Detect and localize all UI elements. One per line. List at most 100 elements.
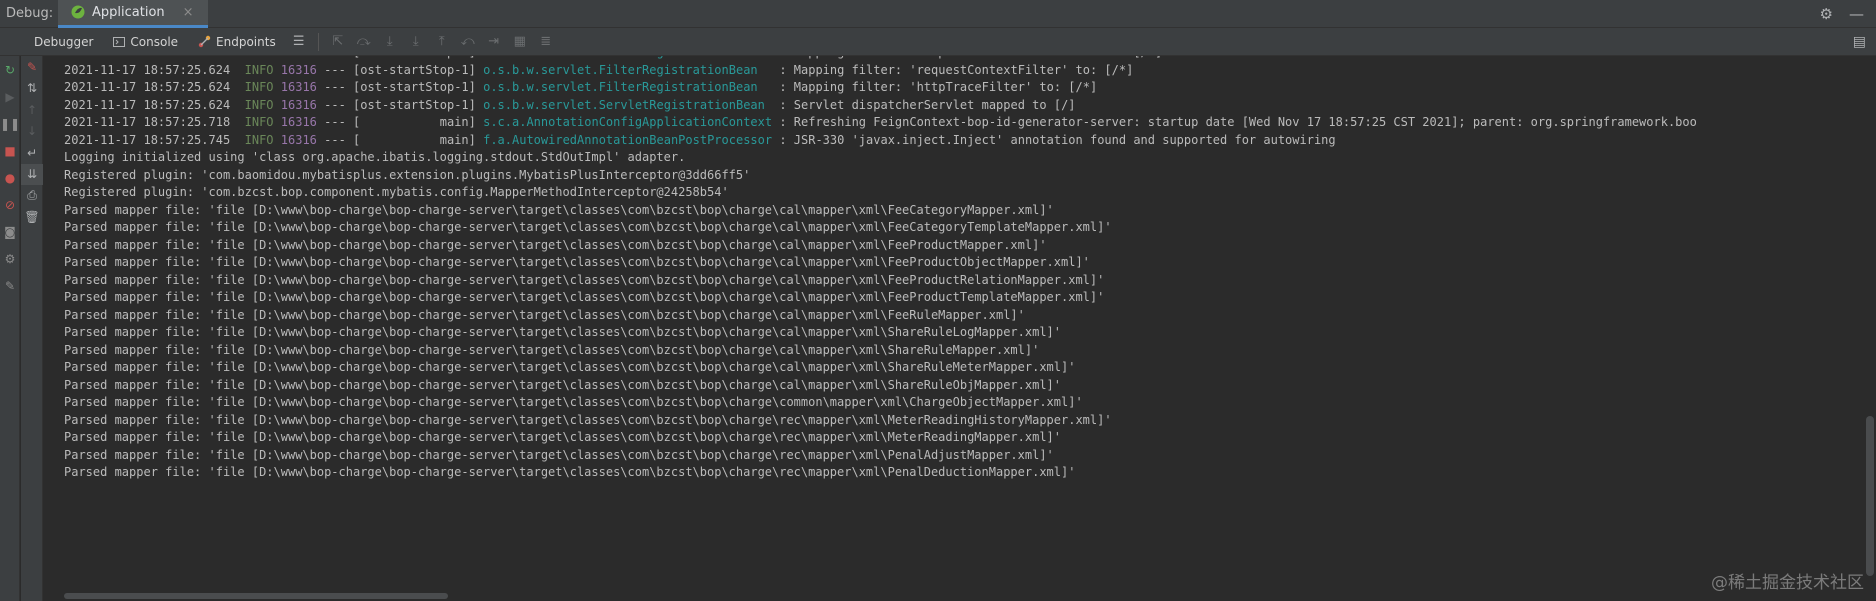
log-timestamp: 2021-11-17 18:57:25.624 xyxy=(64,56,230,59)
trash-icon[interactable]: 🗑 xyxy=(21,207,43,229)
console-line: Parsed mapper file: 'file [D:\www\bop-ch… xyxy=(64,429,1697,447)
log-thread: [ost-startStop-1] xyxy=(353,80,476,94)
console-line: Parsed mapper file: 'file [D:\www\bop-ch… xyxy=(64,324,1697,342)
soft-wrap-icon[interactable]: ↵ xyxy=(21,142,43,164)
console-output[interactable]: 2021-11-17 18:57:25.624 INFO 16316 --- [… xyxy=(44,56,1864,583)
log-text: Parsed mapper file: 'file [D:\www\bop-ch… xyxy=(64,255,1090,269)
log-message: : JSR-330 'javax.inject.Inject' annotati… xyxy=(772,132,1336,147)
console-lines: 2021-11-17 18:57:25.624 INFO 16316 --- [… xyxy=(64,56,1697,482)
run-config-tab[interactable]: Application × xyxy=(58,0,208,28)
console-line: 2021-11-17 18:57:25.624 INFO 16316 --- [… xyxy=(64,97,1697,115)
log-message: : Mapping filter: 'httpTraceFilter' to: … xyxy=(772,80,1098,94)
scroll-to-end-icon[interactable]: ⇊ xyxy=(21,163,43,185)
settings-icon[interactable]: ⚙ xyxy=(0,245,20,272)
view-breakpoints-icon[interactable]: ● xyxy=(0,164,20,191)
step-into-icon[interactable]: ⤓ xyxy=(377,28,403,56)
log-text: Parsed mapper file: 'file [D:\www\bop-ch… xyxy=(64,220,1112,234)
log-separator: --- xyxy=(324,62,346,77)
console-line: 2021-11-17 18:57:25.624 INFO 16316 --- [… xyxy=(64,62,1697,80)
console-line: Registered plugin: 'com.bzcst.bop.compon… xyxy=(64,184,1697,202)
vertical-scrollbar-thumb[interactable] xyxy=(1866,416,1874,576)
log-text: Registered plugin: 'com.baomidou.mybatis… xyxy=(64,167,751,182)
log-message: : Refreshing FeignContext-bop-id-generat… xyxy=(772,115,1697,129)
step-over-icon[interactable]: ⤼ xyxy=(351,28,377,56)
log-separator: --- xyxy=(324,132,346,147)
console-line: 2021-11-17 18:57:25.718 INFO 16316 --- [… xyxy=(64,114,1697,132)
sort-icon[interactable]: ⇅ xyxy=(21,78,43,100)
console-line: Registered plugin: 'com.baomidou.mybatis… xyxy=(64,167,1697,185)
log-text: Parsed mapper file: 'file [D:\www\bop-ch… xyxy=(64,342,1040,357)
debug-title-bar: Debug: Application × ⚙ — xyxy=(0,0,1876,28)
log-text: Parsed mapper file: 'file [D:\www\bop-ch… xyxy=(64,202,1054,217)
console-line: Parsed mapper file: 'file [D:\www\bop-ch… xyxy=(64,359,1697,377)
log-message: : Mapping filter: 'httpPutFormContentFil… xyxy=(772,56,1162,59)
log-level: INFO xyxy=(244,115,274,129)
log-thread: [ main] xyxy=(353,132,476,147)
log-text: Parsed mapper file: 'file [D:\www\bop-ch… xyxy=(64,465,1076,479)
pause-icon[interactable]: ❚❚ xyxy=(0,110,20,137)
stop-icon[interactable]: ■ xyxy=(0,137,20,164)
restore-layout-icon[interactable]: ▤ xyxy=(1853,34,1866,50)
log-text: Parsed mapper file: 'file [D:\www\bop-ch… xyxy=(64,272,1105,287)
trace-icon[interactable]: ≣ xyxy=(533,28,559,56)
log-timestamp: 2021-11-17 18:57:25.745 xyxy=(64,132,231,147)
log-thread: [ost-startStop-1] xyxy=(353,97,476,112)
close-icon[interactable]: × xyxy=(183,5,194,20)
tab-console-label: Console xyxy=(130,34,179,49)
log-thread: [ost-startStop-1] xyxy=(353,62,476,77)
console-line: Parsed mapper file: 'file [D:\www\bop-ch… xyxy=(64,412,1697,430)
log-level: INFO xyxy=(245,56,274,59)
camera-icon[interactable]: ◙ xyxy=(0,218,20,245)
print-icon[interactable]: ⎙ xyxy=(21,185,43,207)
vertical-scrollbar[interactable] xyxy=(1864,56,1876,583)
down-arrow-icon[interactable]: ↓ xyxy=(21,121,43,143)
console-line: Parsed mapper file: 'file [D:\www\bop-ch… xyxy=(64,342,1697,360)
console-line: Parsed mapper file: 'file [D:\www\bop-ch… xyxy=(64,377,1697,395)
log-level: INFO xyxy=(244,97,274,112)
log-text: Parsed mapper file: 'file [D:\www\bop-ch… xyxy=(64,447,1054,462)
horizontal-scrollbar-thumb[interactable] xyxy=(64,593,448,599)
console-line: Parsed mapper file: 'file [D:\www\bop-ch… xyxy=(64,464,1697,482)
log-timestamp: 2021-11-17 18:57:25.624 xyxy=(64,97,231,112)
rerun-icon[interactable]: ↻ xyxy=(0,56,20,83)
layout-menu-icon[interactable]: ☰ xyxy=(286,28,312,56)
log-pid: 16316 xyxy=(280,115,317,129)
resume-icon[interactable]: ▶ xyxy=(0,83,20,110)
log-logger: s.c.a.AnnotationConfigApplicationContext xyxy=(483,115,773,129)
log-level: INFO xyxy=(244,132,274,147)
force-step-into-icon[interactable]: ⤓ xyxy=(403,28,429,56)
debug-toolbar: Debugger Console Endpoints ☰ ⇱ ⤼ ⤓ ⤓ ⤒ ⤺… xyxy=(0,28,1876,56)
console-line: 2021-11-17 18:57:25.745 INFO 16316 --- [… xyxy=(64,132,1697,150)
gear-icon[interactable]: ⚙ xyxy=(1820,5,1833,23)
show-execution-point-icon[interactable]: ⇱ xyxy=(325,28,351,56)
tab-endpoints[interactable]: Endpoints xyxy=(188,28,286,56)
mute-breakpoints-icon[interactable]: ⊘ xyxy=(0,191,20,218)
console-line: Parsed mapper file: 'file [D:\www\bop-ch… xyxy=(64,237,1697,255)
log-pid: 16316 xyxy=(280,80,317,94)
console-line: Parsed mapper file: 'file [D:\www\bop-ch… xyxy=(64,219,1697,237)
drop-frame-icon[interactable]: ⤺ xyxy=(455,28,481,56)
pin-icon[interactable]: ✎ xyxy=(0,272,20,299)
tab-console[interactable]: Console xyxy=(103,28,188,56)
log-separator: --- xyxy=(324,115,346,129)
log-timestamp: 2021-11-17 18:57:25.624 xyxy=(64,62,231,77)
log-text: Parsed mapper file: 'file [D:\www\bop-ch… xyxy=(64,325,1061,339)
clear-console-pen-icon[interactable]: ✎ xyxy=(21,56,43,78)
endpoints-icon xyxy=(198,35,211,48)
log-text: Parsed mapper file: 'file [D:\www\bop-ch… xyxy=(64,412,1112,427)
up-arrow-icon[interactable]: ↑ xyxy=(21,99,43,121)
spring-boot-icon xyxy=(71,5,85,19)
log-pid: 16316 xyxy=(280,62,317,77)
console-icon xyxy=(113,36,126,47)
log-logger: o.s.b.w.servlet.ServletRegistrationBean xyxy=(483,97,773,112)
tab-debugger[interactable]: Debugger xyxy=(24,28,103,56)
console-actions-column: ✎ ⇅ ↑ ↓ ↵ ⇊ ⎙ 🗑 xyxy=(21,56,43,601)
run-to-cursor-icon[interactable]: ⇥ xyxy=(481,28,507,56)
step-out-icon[interactable]: ⤒ xyxy=(429,28,455,56)
minimize-icon[interactable]: — xyxy=(1849,5,1864,23)
evaluate-expression-icon[interactable]: ▦ xyxy=(507,28,533,56)
log-message: : Servlet dispatcherServlet mapped to [/… xyxy=(772,97,1076,112)
log-text: Parsed mapper file: 'file [D:\www\bop-ch… xyxy=(64,307,1025,322)
horizontal-scrollbar[interactable] xyxy=(44,583,1876,601)
log-text: Parsed mapper file: 'file [D:\www\bop-ch… xyxy=(64,395,1083,409)
